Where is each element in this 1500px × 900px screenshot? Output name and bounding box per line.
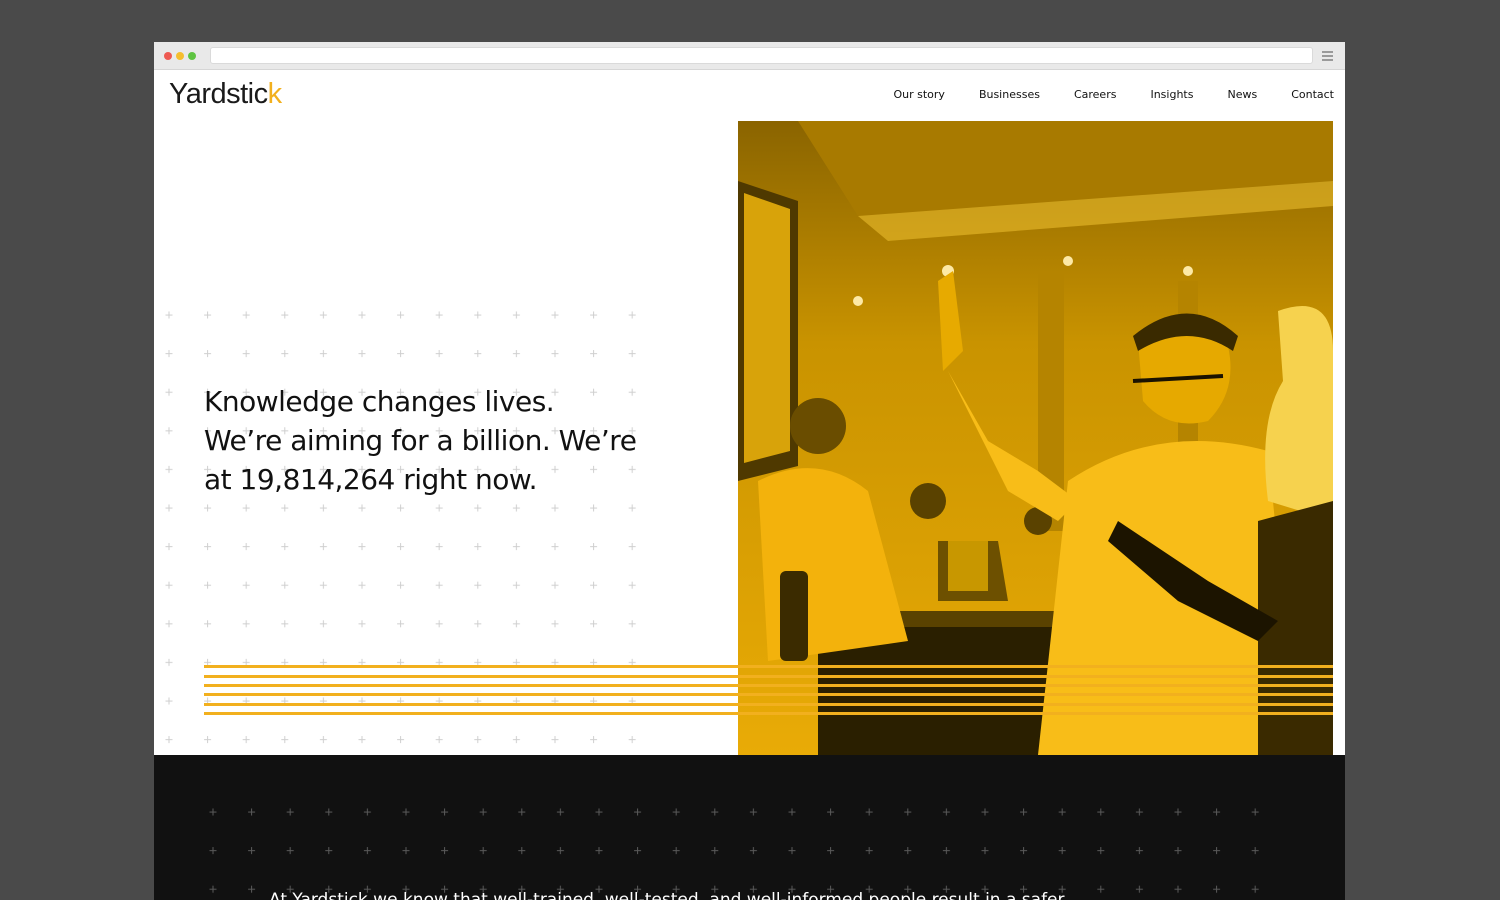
nav-businesses[interactable]: Businesses — [979, 88, 1040, 101]
decorative-stripes — [204, 665, 1333, 717]
browser-window: Yardstick Our story Businesses Careers I… — [154, 42, 1345, 900]
main-nav: Our story Businesses Careers Insights Ne… — [893, 88, 1334, 101]
dark-intro-section: At Yardstick we know that well-trained, … — [154, 755, 1345, 900]
nav-careers[interactable]: Careers — [1074, 88, 1117, 101]
hero-line-2: We’re aiming for a billion. We’re — [204, 424, 637, 457]
nav-contact[interactable]: Contact — [1291, 88, 1334, 101]
close-window-icon[interactable] — [164, 52, 172, 60]
hero-headline: Knowledge changes lives. We’re aiming fo… — [204, 382, 654, 499]
intro-paragraph: At Yardstick we know that well-trained, … — [269, 890, 1065, 900]
logo-text: Yardstic — [169, 78, 268, 110]
hero-photo — [738, 121, 1333, 755]
yardstick-logo[interactable]: Yardstick — [169, 78, 282, 111]
maximize-window-icon[interactable] — [188, 52, 196, 60]
plus-pattern-dark-decoration — [206, 805, 1276, 900]
logo-accent-letter: k — [267, 78, 283, 110]
minimize-window-icon[interactable] — [176, 52, 184, 60]
nav-our-story[interactable]: Our story — [893, 88, 944, 101]
hero-line-1: Knowledge changes lives. — [204, 385, 555, 418]
hamburger-menu-icon[interactable] — [1322, 51, 1333, 61]
nav-news[interactable]: News — [1227, 88, 1257, 101]
hero-line-3: at 19,814,264 right now. — [204, 463, 538, 496]
nav-insights[interactable]: Insights — [1150, 88, 1193, 101]
browser-chrome — [154, 42, 1345, 70]
address-bar[interactable] — [210, 47, 1313, 64]
conference-photo-illustration — [738, 121, 1333, 755]
